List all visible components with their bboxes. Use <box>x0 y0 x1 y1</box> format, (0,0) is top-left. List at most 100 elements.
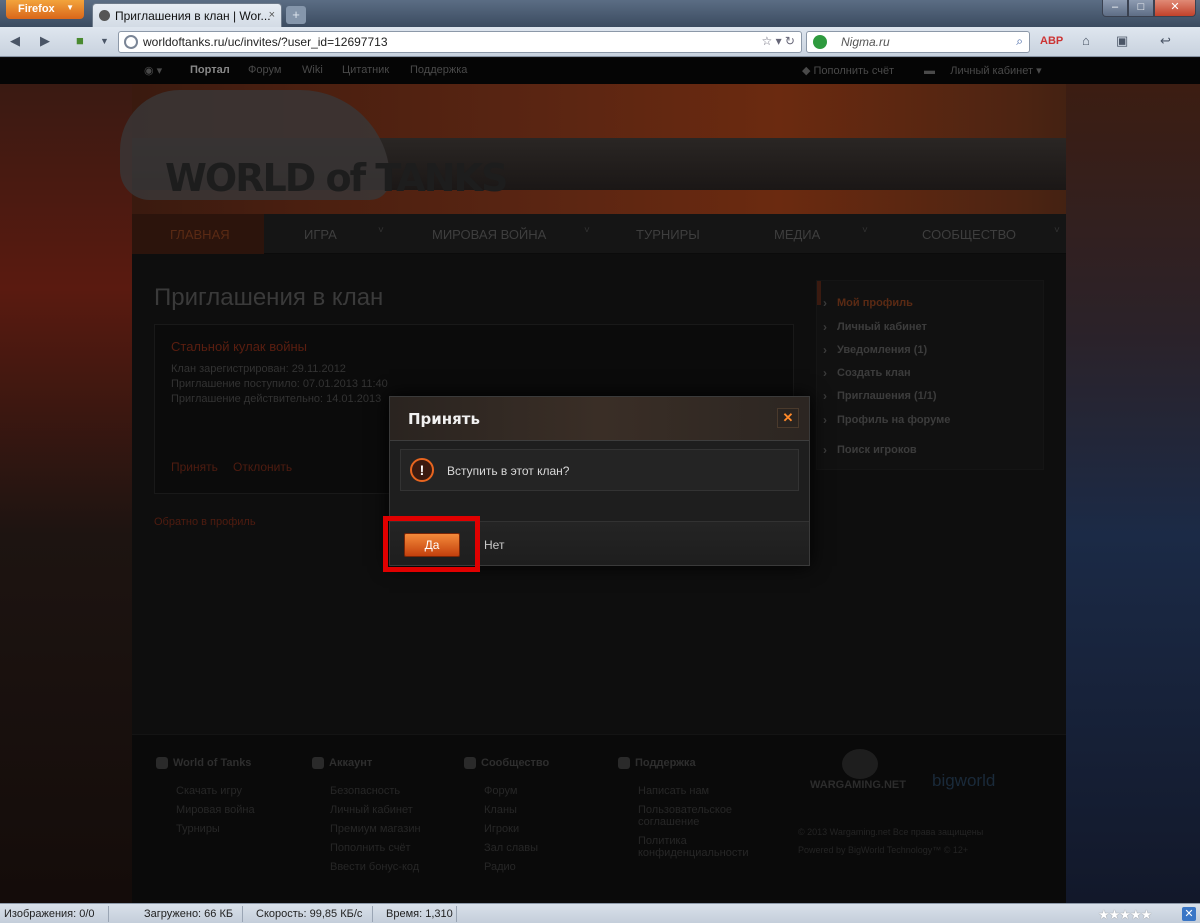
footer-link[interactable]: Политика <box>638 835 687 847</box>
main-nav-tournaments[interactable]: ТУРНИРЫ <box>636 227 700 242</box>
background-right <box>1066 84 1200 903</box>
chevron-down-icon: ˅ <box>584 225 590 236</box>
top-pay-label: Пополнить счёт <box>813 65 895 77</box>
back-to-profile-link[interactable]: Обратно в профиль <box>154 516 256 528</box>
invite-valid: Приглашение действительно: 14.01.2013 <box>171 393 382 405</box>
top-link-support[interactable]: Поддержка <box>410 64 467 76</box>
footer-link[interactable]: Турниры <box>176 823 220 835</box>
forward-arrow-icon[interactable]: ▶ <box>40 33 50 49</box>
footer-heading-community-label: Сообщество <box>481 757 550 769</box>
new-tab-button[interactable]: + <box>286 6 306 24</box>
bigworld-logo[interactable]: bigworld <box>932 771 995 791</box>
footer-link[interactable]: Ввести бонус-код <box>330 861 419 873</box>
window-minimize-button[interactable]: – <box>1102 0 1128 17</box>
footer-link[interactable]: Безопасность <box>330 785 400 797</box>
site-top-bar: ◉ ▾ Портал Форум Wiki Цитатник Поддержка… <box>0 58 1200 84</box>
main-nav-community[interactable]: СООБЩЕСТВО <box>922 227 1016 242</box>
browser-titlebar: Firefox ▼ Приглашения в клан | Wor... × +… <box>0 0 1200 27</box>
browser-tab[interactable]: Приглашения в клан | Wor... × <box>92 3 282 27</box>
browser-navbar: ◀ ▶ ■ ▼ worldoftanks.ru/uc/invites/?user… <box>0 27 1200 57</box>
dialog-title: Принять <box>408 410 480 428</box>
tab-favicon-icon <box>99 10 110 21</box>
main-nav: ГЛАВНАЯ ИГРА ˅ МИРОВАЯ ВОЙНА ˅ ТУРНИРЫ М… <box>132 214 1066 254</box>
user-icon <box>312 757 324 770</box>
footer-heading-wot-label: World of Tanks <box>173 757 252 769</box>
footer-link[interactable]: Радио <box>484 861 516 873</box>
footer-link[interactable]: Игроки <box>484 823 519 835</box>
addon-arrow-icon[interactable]: ↩ <box>1160 33 1171 49</box>
window-maximize-button[interactable]: □ <box>1128 0 1154 17</box>
tab-close-icon[interactable]: × <box>269 9 275 21</box>
clan-name-link[interactable]: Стальной кулак войны <box>171 339 307 354</box>
footer-link[interactable]: Зал славы <box>484 842 538 854</box>
home-icon[interactable]: ⌂ <box>1082 33 1090 48</box>
side-menu-cabinet[interactable]: Личный кабинет <box>823 320 927 334</box>
footer-link[interactable]: Скачать игру <box>176 785 242 797</box>
bookmarks-icon[interactable]: ▣ <box>1116 33 1128 49</box>
side-menu-forum-profile[interactable]: Профиль на форуме <box>823 413 950 427</box>
top-link-quotes[interactable]: Цитатник <box>342 64 389 76</box>
top-link-forum[interactable]: Форум <box>248 64 281 76</box>
status-separator <box>456 906 457 922</box>
footer-heading-account-label: Аккаунт <box>329 757 373 769</box>
footer-link[interactable]: Кланы <box>484 804 517 816</box>
footer-heading-support: Поддержка <box>618 757 696 770</box>
firefox-menu-button[interactable]: Firefox ▼ <box>6 0 84 19</box>
footer-link[interactable]: Форум <box>484 785 517 797</box>
rating-stars-icon[interactable]: ★★★★★ <box>1098 907 1152 923</box>
site-logo[interactable]: WORLD of TANKS <box>165 156 508 200</box>
footer-heading-support-label: Поддержка <box>635 757 696 769</box>
top-link-portal[interactable]: Портал <box>190 64 230 76</box>
footer-link[interactable]: Пополнить счёт <box>330 842 411 854</box>
status-separator <box>372 906 373 922</box>
tank-icon <box>156 757 168 770</box>
addon-x-icon[interactable]: ✕ <box>1182 907 1196 921</box>
footer-link[interactable]: конфиденциальности <box>638 847 749 859</box>
chevron-down-icon: ˅ <box>862 225 868 236</box>
clan-registered: Клан зарегистрирован: 29.11.2012 <box>171 363 346 375</box>
reject-link[interactable]: Отклонить <box>233 460 292 474</box>
history-dropdown-icon[interactable]: ▼ <box>100 36 109 46</box>
footer-link[interactable]: соглашение <box>638 816 699 828</box>
footer-link[interactable]: Пользовательское <box>638 804 732 816</box>
main-nav-world-war[interactable]: МИРОВАЯ ВОЙНА <box>432 227 546 242</box>
site-footer: World of Tanks Скачать игру Мировая войн… <box>132 734 1066 903</box>
status-loaded: Загружено: 66 КБ <box>144 908 234 920</box>
dialog-header: Принять ✕ <box>390 397 809 441</box>
url-text: worldoftanks.ru/uc/invites/?user_id=1269… <box>143 35 388 49</box>
footer-link[interactable]: Мировая война <box>176 804 255 816</box>
top-pay-link[interactable]: ◆ Пополнить счёт <box>802 64 894 77</box>
accept-link[interactable]: Принять <box>171 460 218 474</box>
wargaming-logo[interactable]: WARGAMING.NET <box>810 779 906 791</box>
side-menu-notifications[interactable]: Уведомления (1) <box>823 343 927 357</box>
powered-by-text: Powered by BigWorld Technology™ © 12+ <box>798 845 969 855</box>
home-addon-icon[interactable]: ■ <box>76 33 84 48</box>
top-link-wiki[interactable]: Wiki <box>302 64 323 76</box>
wg-globe-icon[interactable]: ◉ ▾ <box>144 64 162 77</box>
status-images: Изображения: 0/0 <box>4 908 95 920</box>
side-menu-my-profile[interactable]: Мой профиль <box>823 296 913 310</box>
url-input[interactable]: worldoftanks.ru/uc/invites/?user_id=1269… <box>118 31 802 53</box>
main-nav-home[interactable]: ГЛАВНАЯ <box>170 227 230 242</box>
footer-link[interactable]: Премиум магазин <box>330 823 421 835</box>
back-arrow-icon[interactable]: ◀ <box>10 33 20 49</box>
magnifier-icon[interactable]: ⌕ <box>1016 34 1023 49</box>
window-close-button[interactable]: ✕ <box>1154 0 1196 17</box>
main-nav-game[interactable]: ИГРА <box>304 227 337 242</box>
search-input[interactable]: Nigma.ru ⌕ <box>806 31 1030 53</box>
side-menu-create-clan[interactable]: Создать клан <box>823 366 911 380</box>
side-menu-find-players[interactable]: Поиск игроков <box>823 443 917 457</box>
main-nav-media[interactable]: МЕДИА <box>774 227 820 242</box>
tab-title: Приглашения в клан | Wor... <box>115 9 271 23</box>
no-button[interactable]: Нет <box>484 538 504 552</box>
side-menu-invites[interactable]: Приглашения (1/1) <box>823 389 937 403</box>
adblock-icon[interactable]: ABP <box>1040 35 1063 47</box>
community-icon <box>464 757 476 770</box>
close-icon[interactable]: ✕ <box>777 408 799 428</box>
footer-heading-community: Сообщество <box>464 757 550 770</box>
footer-link[interactable]: Личный кабинет <box>330 804 413 816</box>
footer-link[interactable]: Написать нам <box>638 785 709 797</box>
bookmark-star-icon[interactable]: ☆ ▾ ↻ <box>761 34 795 48</box>
top-cabinet-link[interactable]: ▬ Личный кабинет ▾ <box>924 64 1042 77</box>
search-engine-icon[interactable] <box>813 35 827 49</box>
